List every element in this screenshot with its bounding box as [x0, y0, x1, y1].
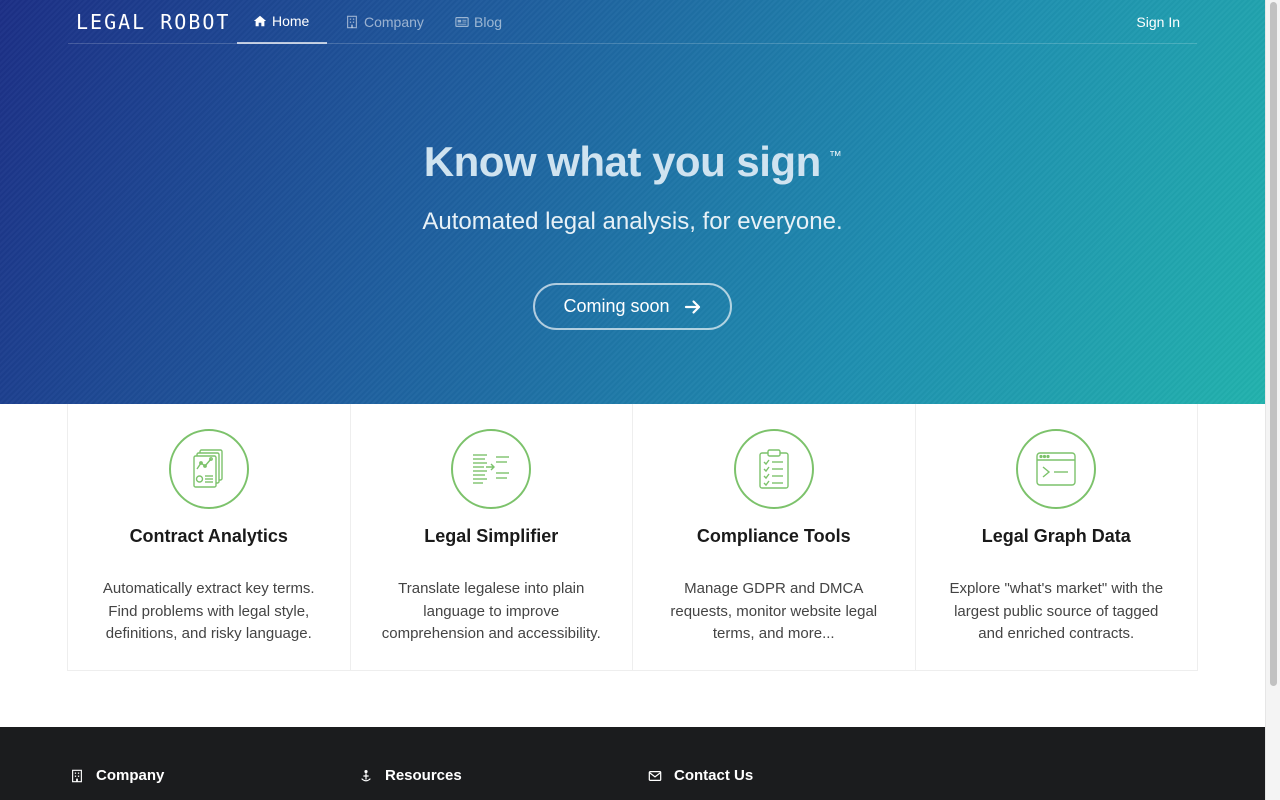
nav-blog-label: Blog [474, 14, 503, 30]
feature-icon-ring [168, 429, 249, 509]
feature-title: Compliance Tools [696, 526, 851, 546]
top-nav: LEGAL ROBOT Home Company Blog Sign In [68, 0, 1197, 44]
simplify-text-icon [473, 454, 510, 484]
feature-contract-analytics: Contract Analytics Automatically extract… [68, 404, 351, 670]
coming-soon-button[interactable]: Coming soon [533, 283, 732, 330]
arrow-right-icon [684, 299, 700, 314]
footer-heading-label: Resources [385, 767, 462, 784]
feature-description: Translate legalese into plain language t… [381, 580, 601, 642]
building-icon [72, 769, 82, 782]
clipboard-checklist-icon [759, 449, 789, 489]
brand-logo[interactable]: LEGAL ROBOT [76, 10, 230, 34]
scrollbar-thumb[interactable] [1270, 2, 1277, 686]
hero-subtitle: Automated legal analysis, for everyone. [422, 208, 843, 235]
anchor-person-icon [361, 769, 371, 781]
home-icon [253, 15, 267, 27]
features-grid: Contract Analytics Automatically extract… [67, 404, 1198, 671]
hero-title-text: Know what you sign [423, 138, 822, 185]
feature-title: Legal Graph Data [981, 526, 1131, 546]
feature-legal-graph-data: Legal Graph Data Explore "what's market"… [916, 404, 1198, 670]
page-scrollbar[interactable] [1265, 0, 1280, 800]
feature-icon-ring [733, 429, 814, 509]
feature-title: Contract Analytics [129, 526, 288, 546]
feature-description: Explore "what's market" with the largest… [949, 580, 1164, 642]
footer-heading-label: Company [96, 767, 165, 784]
newspaper-icon [455, 17, 469, 27]
feature-icon-ring [1016, 429, 1097, 509]
feature-title: Legal Simplifier [424, 526, 559, 546]
nav-home-label: Home [272, 13, 310, 29]
document-chart-icon [193, 449, 223, 488]
hero-title: Know what you sign ™ [0, 138, 1265, 186]
nav-company-label: Company [364, 14, 424, 30]
feature-description: Automatically extract key terms. Find pr… [102, 580, 315, 642]
footer-resources-heading: Resources [359, 767, 462, 784]
footer-company-heading: Company [70, 767, 164, 784]
site-footer: Company Resources Contact Us [0, 727, 1265, 800]
feature-description: Manage GDPR and DMCA requests, monitor w… [670, 580, 878, 642]
feature-icon-ring [451, 429, 532, 509]
hero-section: LEGAL ROBOT Home Company Blog Sign In Kn… [0, 0, 1265, 404]
footer-heading-label: Contact Us [674, 767, 754, 784]
nav-blog[interactable]: Blog [439, 0, 518, 44]
nav-company[interactable]: Company [329, 0, 440, 44]
feature-legal-simplifier: Legal Simplifier Translate legalese into… [351, 404, 633, 670]
building-icon [347, 15, 357, 29]
cta-label: Coming soon [563, 296, 670, 316]
nav-home[interactable]: Home [237, 0, 327, 44]
envelope-icon [648, 770, 662, 781]
terminal-window-icon [1036, 452, 1076, 486]
feature-compliance-tools: Compliance Tools Manage GDPR and DMCA re… [633, 404, 916, 670]
trademark-symbol: ™ [828, 148, 842, 163]
sign-in-link[interactable]: Sign In [1136, 0, 1180, 44]
footer-contact-heading: Contact Us [648, 767, 753, 784]
